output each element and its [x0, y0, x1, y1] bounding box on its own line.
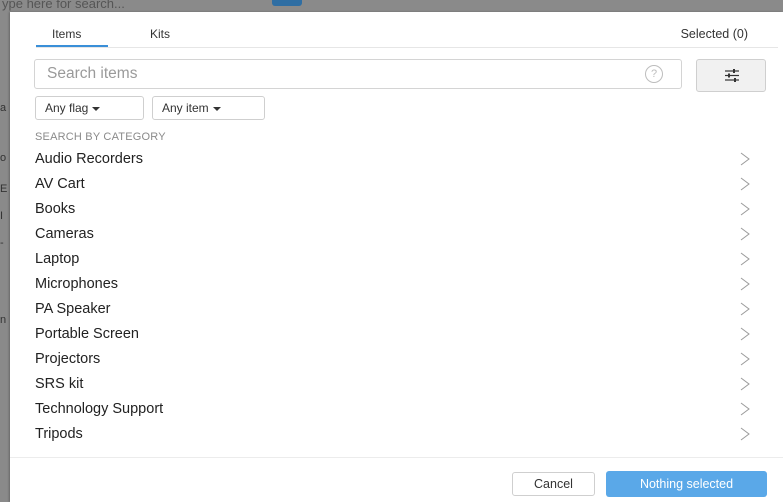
item-filter-dropdown[interactable]: Any item	[152, 96, 265, 120]
help-icon[interactable]: ?	[645, 65, 663, 83]
background-fragment: n	[0, 314, 7, 326]
chevron-right-icon	[740, 377, 750, 391]
category-label: PA Speaker	[35, 301, 111, 317]
chevron-right-icon	[740, 327, 750, 341]
category-item[interactable]: AV Cart	[10, 172, 783, 197]
flag-filter-dropdown[interactable]: Any flag	[35, 96, 144, 120]
filter-settings-button[interactable]	[696, 59, 766, 92]
category-item[interactable]: Laptop	[10, 247, 783, 272]
search-box: ?	[34, 59, 682, 89]
chevron-right-icon	[740, 252, 750, 266]
category-label: Tripods	[35, 426, 83, 442]
category-item[interactable]: Books	[10, 197, 783, 222]
flag-filter-label: Any flag	[45, 101, 89, 115]
tab-items[interactable]: Items	[52, 27, 81, 41]
item-picker-modal: Items Kits Selected (0) ? Any flag Any i…	[10, 12, 783, 502]
background-fragment: E	[0, 183, 8, 195]
category-label: Projectors	[35, 351, 101, 367]
background-search-text: ype here for search...	[2, 0, 125, 11]
chevron-right-icon	[740, 277, 750, 291]
category-item[interactable]: Cameras	[10, 222, 783, 247]
category-label: SRS kit	[35, 376, 84, 392]
footer-divider	[10, 457, 783, 458]
background-fragment: a	[0, 102, 7, 114]
chevron-right-icon	[740, 152, 750, 166]
category-list: Audio Recorders AV Cart Books Cameras Laptop…	[10, 147, 783, 447]
caret-down-icon	[92, 106, 101, 111]
chevron-right-icon	[740, 177, 750, 191]
category-item[interactable]: PA Speaker	[10, 297, 783, 322]
tab-bar: Items Kits Selected (0)	[10, 12, 783, 48]
category-item[interactable]: Audio Recorders	[10, 147, 783, 172]
chevron-right-icon	[740, 402, 750, 416]
category-item[interactable]: Tripods	[10, 422, 783, 447]
selected-count-tab[interactable]: Selected (0)	[681, 27, 748, 41]
search-input[interactable]	[47, 64, 627, 84]
chevron-right-icon	[740, 352, 750, 366]
category-label: Laptop	[35, 251, 80, 267]
caret-down-icon	[212, 106, 221, 111]
category-label: AV Cart	[35, 176, 85, 192]
background-button	[272, 0, 302, 6]
chevron-right-icon	[740, 427, 750, 441]
category-item[interactable]: SRS kit	[10, 372, 783, 397]
cancel-button[interactable]: Cancel	[512, 472, 595, 496]
category-label: Technology Support	[35, 401, 164, 417]
background-fragment: -	[0, 237, 4, 249]
category-label: Microphones	[35, 276, 119, 292]
category-item[interactable]: Microphones	[10, 272, 783, 297]
confirm-selection-button[interactable]: Nothing selected	[606, 471, 767, 497]
category-item[interactable]: Technology Support	[10, 397, 783, 422]
tab-kits[interactable]: Kits	[150, 27, 170, 41]
section-heading: SEARCH BY CATEGORY	[35, 131, 166, 143]
category-label: Portable Screen	[35, 326, 139, 342]
category-label: Audio Recorders	[35, 151, 143, 167]
sliders-icon	[725, 69, 739, 82]
tab-divider	[36, 47, 778, 48]
chevron-right-icon	[740, 302, 750, 316]
category-item[interactable]: Projectors	[10, 347, 783, 372]
item-filter-label: Any item	[162, 101, 209, 115]
chevron-right-icon	[740, 202, 750, 216]
background-fragment: I	[0, 210, 4, 222]
category-label: Cameras	[35, 226, 94, 242]
category-label: Books	[35, 201, 76, 217]
background-fragment: o	[0, 152, 7, 164]
category-item[interactable]: Portable Screen	[10, 322, 783, 347]
chevron-right-icon	[740, 227, 750, 241]
